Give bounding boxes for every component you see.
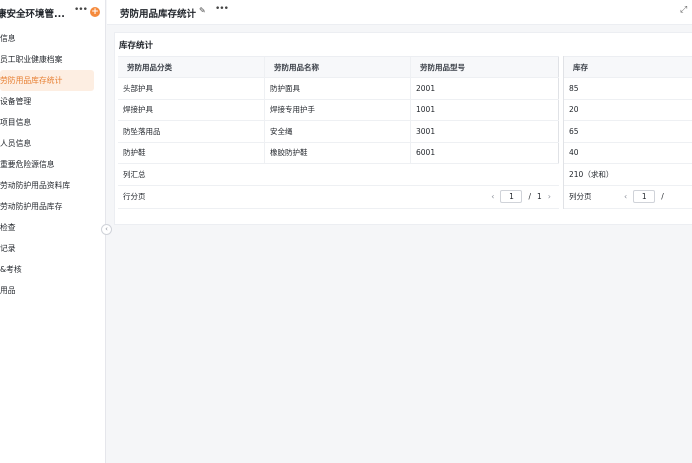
table-row: 40 [564,143,692,164]
column-header[interactable]: 劳防用品名称 [265,57,411,77]
collapse-sidebar-icon[interactable]: ‹ [101,224,112,235]
table-cell: 安全绳 [265,121,411,142]
stock-stats-card: 库存统计 劳防用品分类 劳防用品名称 劳防用品型号 头部护具 防护面具 2001 焊接… [114,32,692,225]
sidebar-item[interactable]: 重要危险源信息 [0,154,94,175]
pivot-table-right: 库存 85 20 65 40 210（求和） 列分页 ‹ 1 / [563,56,692,209]
table-row: 防坠落用品 安全绳 3001 [118,121,559,143]
sidebar-item[interactable]: 用品 [0,280,94,301]
page-header: 劳防用品库存统计 ✎ ••• ⤢ [107,0,692,25]
fullscreen-icon[interactable]: ⤢ [680,5,687,15]
sidebar-item[interactable]: 员工职业健康档案 [0,49,94,70]
table-cell: 65 [569,126,579,136]
page-title: 劳防用品库存统计 [120,9,197,20]
column-header[interactable]: 劳防用品型号 [411,57,559,77]
summary-row: 列汇总 [118,164,559,186]
sidebar-item[interactable]: 劳动防护用品库存 [0,196,94,217]
table-cell: 头部护具 [118,78,265,99]
table-cell: 焊接护具 [118,99,265,120]
sidebar-item[interactable]: 设备管理 [0,91,94,112]
table-row: 头部护具 防护面具 2001 [118,78,559,100]
table-header-row: 库存 [564,56,692,78]
pivot-table-left: 劳防用品分类 劳防用品名称 劳防用品型号 头部护具 防护面具 2001 焊接护具 焊接专… [118,56,559,209]
sidebar-item[interactable]: 人员信息 [0,133,94,154]
sidebar-item[interactable]: 记录 [0,238,94,259]
table-cell: 20 [569,105,579,115]
page-total: 1 [537,192,542,201]
table-cell: 40 [569,148,579,158]
summary-label: 列汇总 [123,169,146,179]
pagination-label: 列分页 [569,192,592,201]
table-row: 65 [564,121,692,143]
table-cell: 防护面具 [265,78,411,99]
page-separator: / [528,192,532,201]
sidebar-nav: 信息 员工职业健康档案 劳防用品库存统计 设备管理 项目信息 人员信息 重要危险源信息 劳动防… [0,28,106,301]
app-title: 康安全环境管... [0,9,65,20]
table-header-row: 劳防用品分类 劳防用品名称 劳防用品型号 [118,56,559,78]
page-input[interactable]: 1 [500,190,523,203]
sidebar-item[interactable]: 劳动防护用品资料库 [0,175,94,196]
next-page-icon[interactable]: › [548,192,551,201]
sidebar-item[interactable]: 劳防用品库存统计 [0,70,94,91]
pin-icon[interactable]: ✎ [199,6,206,15]
table-cell: 6001 [411,142,559,163]
table-cell: 85 [569,83,579,93]
table-cell: 焊接专用护手 [265,99,411,120]
pagination-label: 行分页 [123,192,146,201]
add-icon[interactable]: + [90,7,100,17]
table-row: 焊接护具 焊接专用护手 1001 [118,99,559,121]
prev-page-icon[interactable]: ‹ [491,192,494,201]
prev-page-icon[interactable]: ‹ [624,192,627,201]
table-cell: 1001 [411,99,559,120]
table-cell: 防护鞋 [118,142,265,163]
column-header[interactable]: 劳防用品分类 [118,57,265,77]
column-pagination: 列分页 ‹ 1 / [564,186,692,209]
table-row: 85 [564,78,692,100]
sidebar-header: 康安全环境管... ••• + [0,0,105,26]
sidebar-item[interactable]: 项目信息 [0,112,94,133]
row-pagination: 行分页 ‹ 1 / 1 › [118,186,559,209]
sidebar: 康安全环境管... ••• + 信息 员工职业健康档案 劳防用品库存统计 设备管理 项目… [0,0,106,463]
card-title: 库存统计 [119,41,154,51]
sidebar-item[interactable]: &考核 [0,259,94,280]
table-row: 防护鞋 橡胶防护鞋 6001 [118,142,559,164]
sidebar-item[interactable]: 信息 [0,28,94,49]
summary-row: 210（求和） [564,164,692,186]
summary-value: 210（求和） [569,169,614,179]
table-row: 20 [564,100,692,121]
column-header[interactable]: 库存 [564,57,692,77]
table-cell: 3001 [411,121,559,142]
more-icon[interactable]: ••• [74,5,88,15]
table-cell: 橡胶防护鞋 [265,142,411,163]
page-separator: / [661,192,664,201]
more-icon[interactable]: ••• [215,4,229,14]
table-cell: 防坠落用品 [118,121,265,142]
page-input[interactable]: 1 [633,190,656,203]
sidebar-item[interactable]: 检查 [0,217,94,238]
table-cell: 2001 [411,78,559,99]
